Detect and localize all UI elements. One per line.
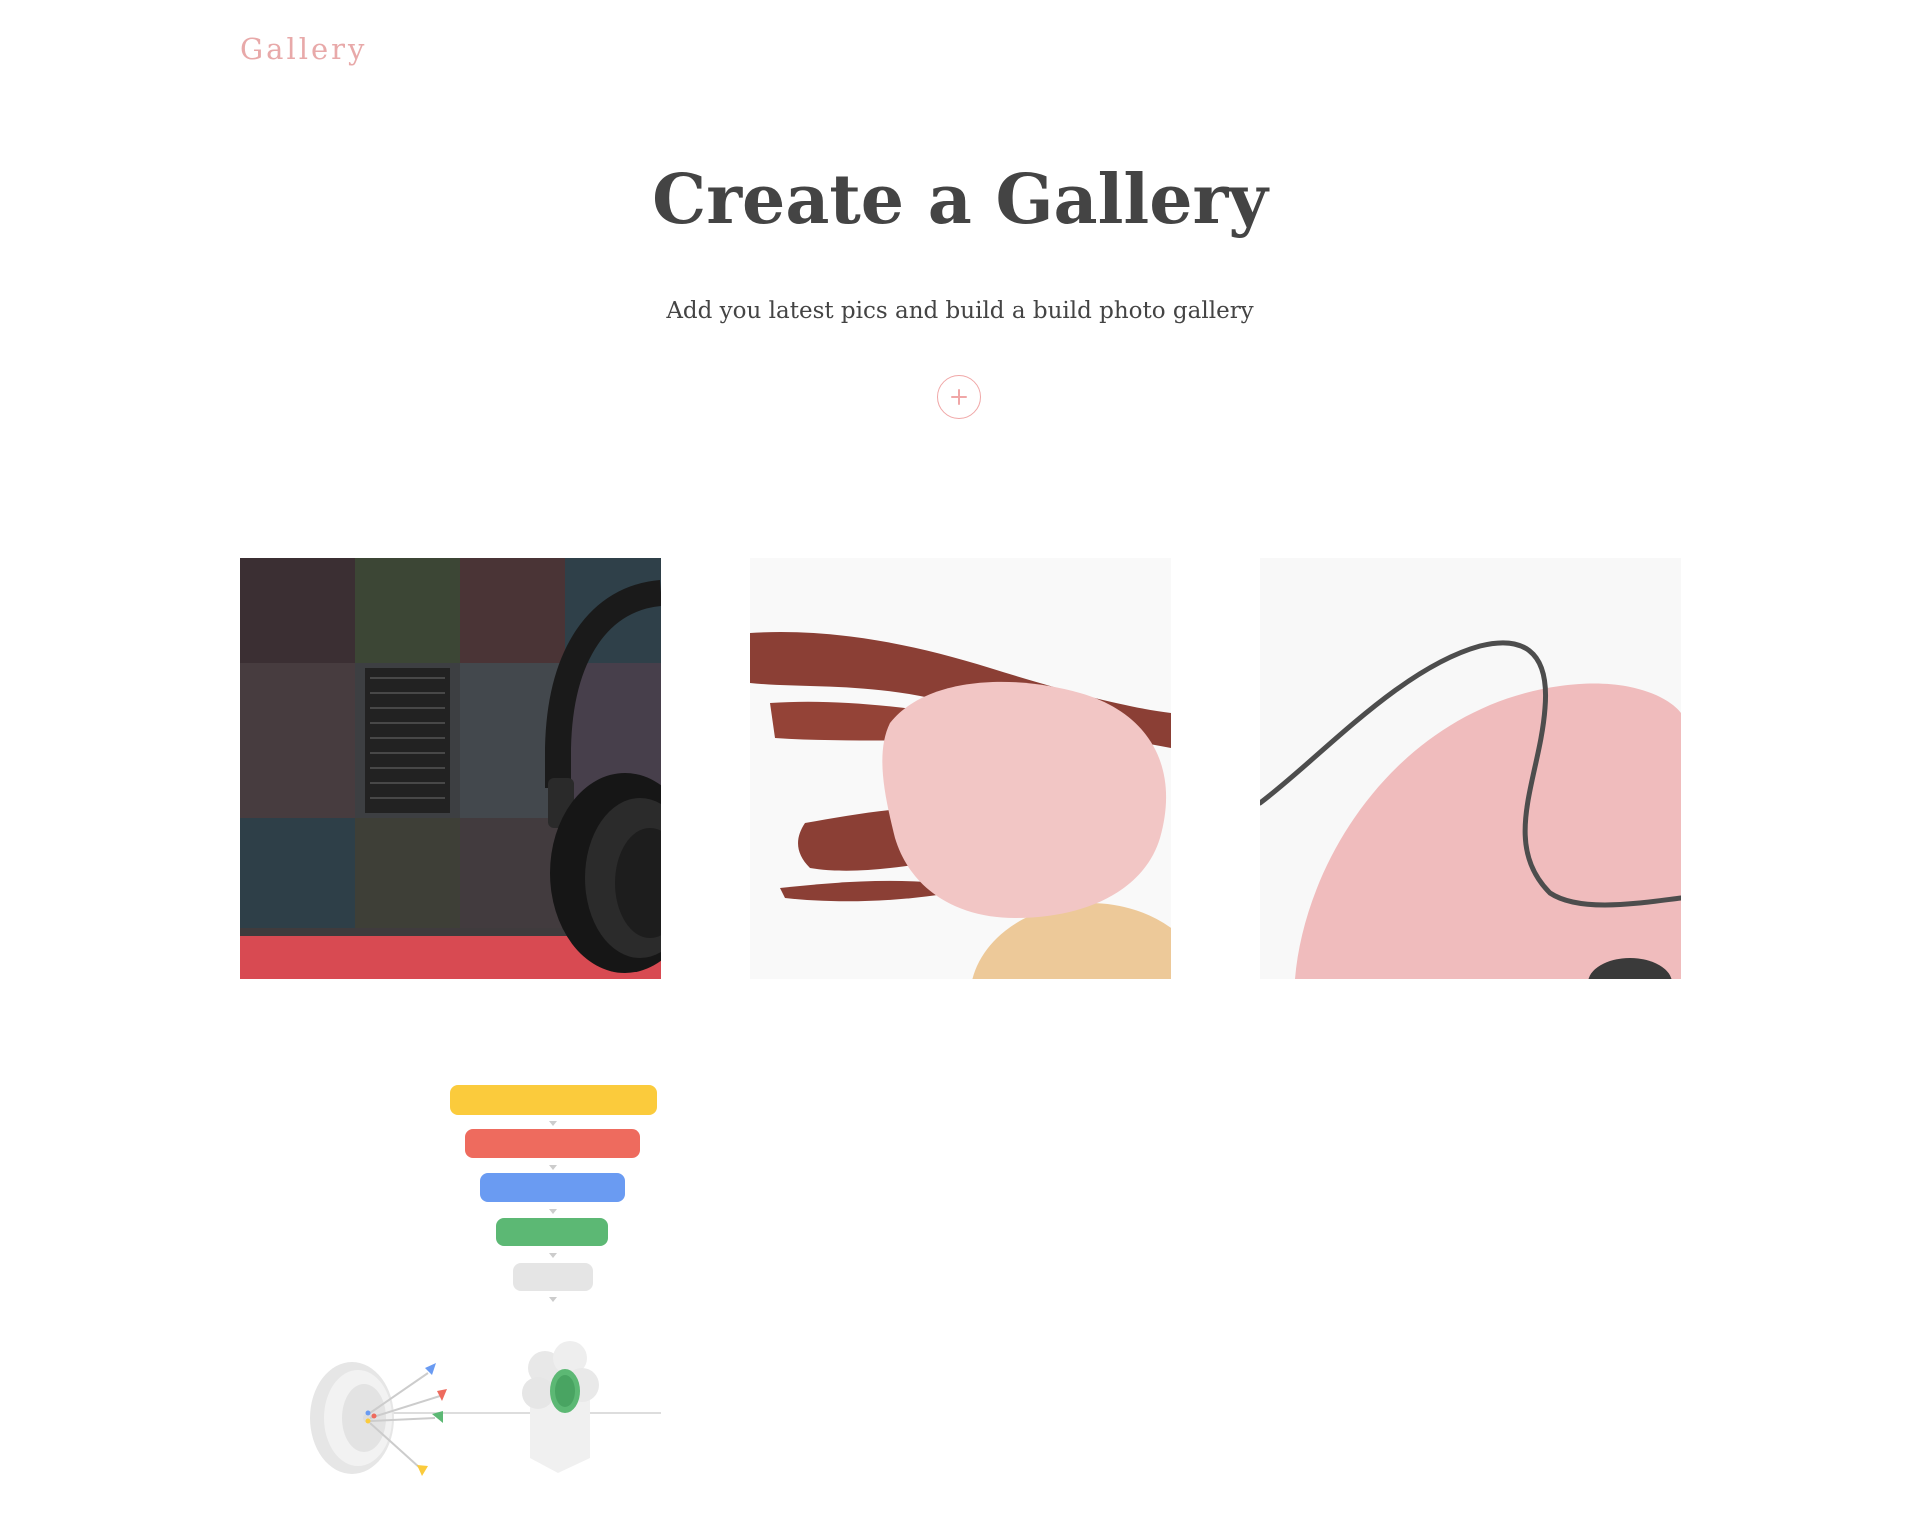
page-subtitle: Add you latest pics and build a build ph… (666, 298, 1254, 324)
brand-logo[interactable]: Gallery (240, 32, 367, 66)
gallery-item-funnel[interactable] (240, 1073, 661, 1494)
abstract-pink-shape-line (1260, 558, 1681, 979)
plus-icon (951, 389, 967, 405)
marketing-funnel-illustration (240, 1073, 661, 1494)
gallery-item-brush-strokes[interactable] (750, 558, 1171, 979)
add-photo-button[interactable] (937, 375, 981, 419)
page-title: Create a Gallery (652, 160, 1268, 240)
abstract-brush-strokes (750, 558, 1171, 979)
gallery-item-headphones[interactable] (240, 558, 661, 979)
gallery-item-pink-shape[interactable] (1260, 558, 1681, 979)
headphones-photo (240, 558, 661, 979)
